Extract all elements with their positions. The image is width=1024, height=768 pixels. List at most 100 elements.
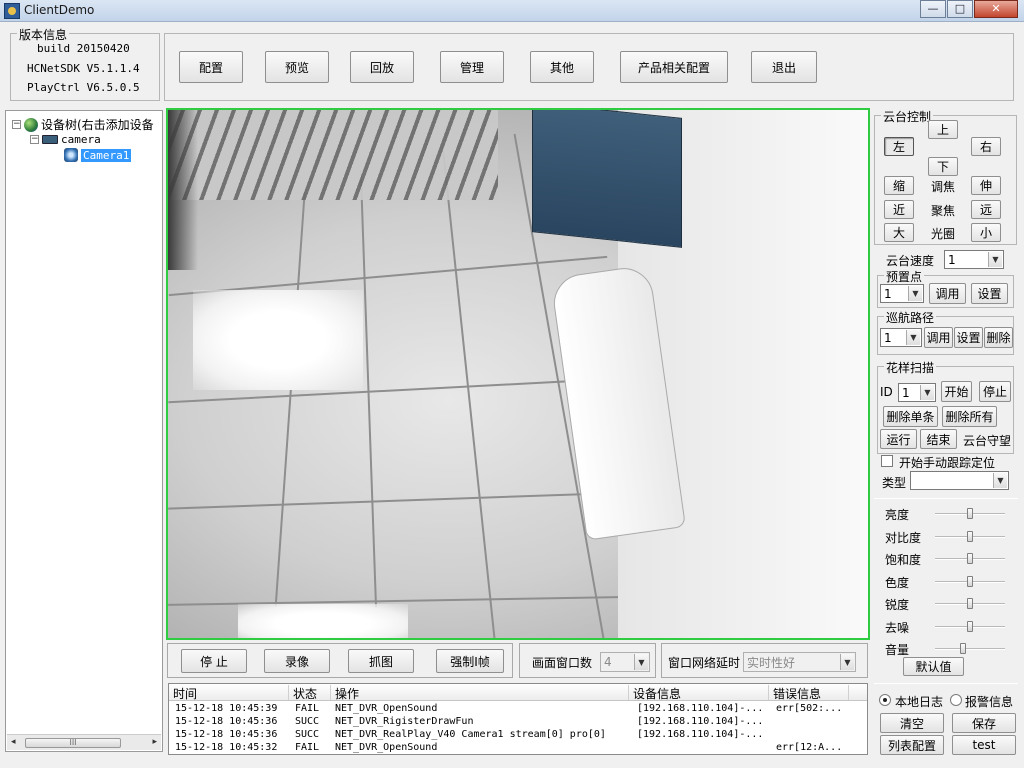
pattern-delete-one-button[interactable]: 删除单条 [883, 406, 938, 427]
table-row[interactable]: 15-12-18 10:45:36 SUCC NET_DVR_RealPlay_V4… [169, 729, 867, 742]
pattern-run-button[interactable]: 运行 [880, 429, 917, 449]
tree-root[interactable]: − 设备树(右击添加设备 [12, 116, 154, 133]
other-button[interactable]: 其他 [530, 51, 594, 83]
sharpness-slider-thumb[interactable] [967, 598, 973, 609]
list-config-button[interactable]: 列表配置 [880, 735, 944, 755]
stop-preview-button[interactable]: 停 止 [181, 649, 247, 673]
close-button[interactable]: ✕ [974, 0, 1018, 18]
net-delay-select[interactable]: 实时性好 ▼ [743, 652, 856, 672]
tree-root-label: 设备树(右击添加设备 [41, 118, 154, 132]
force-iframe-button[interactable]: 强制I帧 [436, 649, 504, 673]
contrast-slider-thumb[interactable] [967, 530, 973, 542]
cruise-set-button[interactable]: 设置 [954, 327, 983, 348]
ptz-speed-select[interactable]: 1 ▼ [944, 250, 1004, 269]
save-log-button[interactable]: 保存 [952, 713, 1016, 733]
dropdown-arrow-icon: ▼ [906, 330, 920, 345]
pattern-start-button[interactable]: 开始 [941, 381, 972, 402]
playback-button[interactable]: 回放 [350, 51, 414, 83]
iris-open-button[interactable]: 大 [884, 223, 914, 242]
video-preview[interactable] [166, 108, 870, 640]
tree-horizontal-scrollbar[interactable]: ◂ III ▸ [7, 734, 161, 750]
tree-channel-camera1[interactable]: Camera1 [64, 148, 132, 162]
denoise-slider-thumb[interactable] [967, 620, 973, 632]
dropdown-arrow-icon: ▼ [908, 286, 922, 301]
ptz-right-button[interactable]: 右 [971, 137, 1001, 156]
exit-button[interactable]: 退出 [751, 51, 817, 83]
col-status[interactable]: 状态 [289, 685, 331, 701]
col-time[interactable]: 时间 [169, 685, 289, 701]
clear-log-button[interactable]: 清空 [880, 713, 944, 733]
cruise-select[interactable]: 1 ▼ [880, 328, 922, 347]
volume-slider-thumb[interactable] [960, 643, 966, 654]
device-tree[interactable]: − 设备树(右击添加设备 − camera Camera1 ◂ III ▸ [5, 110, 163, 752]
ptz-left-button[interactable]: 左 [884, 137, 914, 156]
build-text: build 20150420 [37, 42, 130, 55]
capture-button[interactable]: 抓图 [348, 649, 414, 673]
manage-button[interactable]: 管理 [440, 51, 504, 83]
type-select[interactable]: ▼ [910, 471, 1009, 490]
product-config-button[interactable]: 产品相关配置 [620, 51, 728, 83]
pattern-stop-button[interactable]: 停止 [979, 381, 1011, 402]
record-button[interactable]: 录像 [264, 649, 330, 673]
ptz-guard-label[interactable]: 云台守望 [963, 432, 1011, 449]
manual-track-label: 开始手动跟踪定位 [899, 456, 996, 470]
minimize-button[interactable]: — [920, 0, 946, 18]
default-values-button[interactable]: 默认值 [903, 657, 964, 676]
zoom-in-button[interactable]: 缩 [884, 176, 914, 195]
ptz-down-button[interactable]: 下 [928, 157, 958, 176]
focus-far-button[interactable]: 远 [971, 200, 1001, 219]
focus-near-button[interactable]: 近 [884, 200, 914, 219]
config-button[interactable]: 配置 [179, 51, 243, 83]
cruise-delete-button[interactable]: 删除 [984, 327, 1013, 348]
scroll-left-icon[interactable]: ◂ [11, 737, 16, 747]
ptz-up-button[interactable]: 上 [928, 120, 958, 139]
zoom-out-button[interactable]: 伸 [971, 176, 1001, 195]
test-button[interactable]: test [952, 735, 1016, 755]
table-row[interactable]: 15-12-18 10:45:36 SUCC NET_DVR_RigisterDra… [169, 716, 867, 729]
title-bar[interactable]: ClientDemo — □ ✕ [0, 0, 1024, 22]
local-log-radio[interactable] [879, 694, 891, 706]
window-count-select[interactable]: 4 ▼ [600, 652, 650, 672]
table-row[interactable]: 15-12-18 10:45:39 FAIL NET_DVR_OpenSound [1… [169, 703, 867, 716]
preset-set-button[interactable]: 设置 [971, 283, 1008, 304]
collapse-icon[interactable]: − [30, 135, 39, 144]
col-device[interactable]: 设备信息 [629, 685, 769, 701]
scroll-right-icon[interactable]: ▸ [152, 737, 157, 747]
dropdown-arrow-icon: ▼ [993, 473, 1007, 488]
alarm-info-radio[interactable] [950, 694, 962, 706]
log-cell-op: NET_DVR_RigisterDrawFun [335, 716, 474, 727]
brightness-label: 亮度 [885, 508, 910, 522]
preset-select[interactable]: 1 ▼ [880, 284, 924, 303]
log-header: 时间 状态 操作 设备信息 错误信息 [169, 684, 867, 701]
collapse-icon[interactable]: − [12, 120, 21, 129]
col-error[interactable]: 错误信息 [769, 685, 849, 701]
iris-close-button[interactable]: 小 [971, 223, 1001, 242]
cruise-call-button[interactable]: 调用 [924, 327, 953, 348]
log-cell-status: FAIL [295, 742, 320, 753]
panel-divider [874, 683, 1018, 684]
log-cell-status: FAIL [295, 703, 320, 714]
volume-slider[interactable] [935, 648, 1005, 650]
dropdown-arrow-icon: ▼ [840, 654, 854, 670]
pattern-end-button[interactable]: 结束 [920, 429, 957, 449]
scroll-thumb[interactable]: III [25, 738, 121, 748]
brightness-slider-thumb[interactable] [967, 508, 973, 519]
preset-group-title: 预置点 [884, 268, 925, 285]
log-list[interactable]: 时间 状态 操作 设备信息 错误信息 15-12-18 10:45:39 FAIL… [168, 683, 868, 755]
col-operation[interactable]: 操作 [331, 685, 629, 701]
maximize-button[interactable]: □ [947, 0, 973, 18]
pattern-delete-all-button[interactable]: 删除所有 [942, 406, 997, 427]
tree-device-camera[interactable]: − camera [30, 133, 101, 146]
pattern-id-value: 1 [902, 385, 910, 400]
manual-track-checkbox[interactable] [881, 455, 893, 467]
preset-call-button[interactable]: 调用 [929, 283, 966, 304]
preview-button[interactable]: 预览 [265, 51, 329, 83]
denoise-label: 去噪 [885, 620, 910, 635]
log-cell-error: err[12:A... [776, 742, 843, 753]
hue-slider-thumb[interactable] [967, 575, 973, 587]
local-log-label: 本地日志 [895, 695, 944, 709]
pattern-id-select[interactable]: 1 ▼ [898, 383, 936, 402]
table-row[interactable]: 15-12-18 10:45:32 FAIL NET_DVR_OpenSound er… [169, 742, 867, 754]
saturation-slider-thumb[interactable] [967, 553, 973, 564]
version-group: 版本信息 build 20150420 HCNetSDK V5.1.1.4 Pl… [10, 26, 160, 101]
